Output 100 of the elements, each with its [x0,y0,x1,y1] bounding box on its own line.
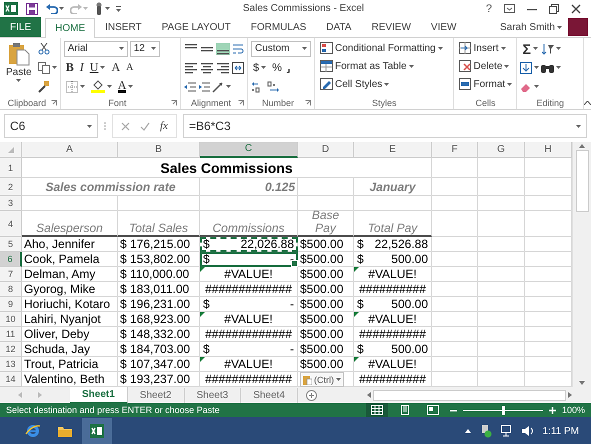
row-header[interactable]: 9 [0,297,22,312]
column-header[interactable]: D [298,142,354,158]
add-sheet-icon[interactable] [306,390,317,400]
underline-button[interactable]: U [88,60,108,76]
ribbon-tab[interactable]: PAGE LAYOUT [152,17,241,37]
check-icon[interactable] [140,122,150,130]
autosum-button[interactable]: Σ [520,40,540,56]
ribbon-tab[interactable]: VIEW [420,17,466,37]
column-header[interactable]: A [22,142,118,158]
paintbrush-icon[interactable] [38,80,50,92]
font-size-dropdown[interactable]: 12 [130,40,160,56]
number-format-dropdown[interactable]: Custom [251,40,312,56]
ribbon-tab[interactable]: DATA [316,17,362,37]
row-header[interactable]: 13 [0,357,22,372]
styles-button[interactable]: Conditional Formatting [318,40,445,56]
customize-icon[interactable] [116,6,121,12]
formula-field[interactable]: =B6*C3 [182,114,587,138]
dialog-launcher-icon[interactable] [238,100,244,106]
row-header[interactable]: 11 [0,327,22,342]
increase-font-size-button[interactable]: A [109,60,122,76]
fill-down-icon[interactable] [520,62,532,74]
undo-icon[interactable] [46,3,58,14]
row-header[interactable]: 12 [0,342,22,357]
zoom-in-icon[interactable] [548,406,556,414]
row-header[interactable]: 6 [0,252,22,267]
column-header[interactable]: E [354,142,432,158]
paste-options-button[interactable]: (Ctrl) [300,372,344,387]
clock[interactable]: 1:11 PM [542,426,579,436]
ribbon-display-icon[interactable] [504,4,515,13]
insert-function-button[interactable]: fx [160,120,168,132]
wrap-text-icon[interactable] [232,42,244,54]
taskbar-button[interactable] [82,418,112,444]
column-header[interactable]: C [200,142,298,158]
row-header[interactable]: 5 [0,237,22,252]
dialog-launcher-icon[interactable] [50,100,57,106]
copy-icon[interactable] [38,62,50,74]
row-header[interactable]: 14 [0,372,22,387]
row-header[interactable]: 4 [0,211,22,237]
bold-button[interactable]: B [64,60,76,76]
empty-cell [478,327,525,342]
name-box[interactable]: C6 [4,114,98,138]
merge-cells-icon[interactable] [232,62,244,74]
column-header[interactable]: B [118,142,200,158]
decrease-decimal-icon[interactable] [267,80,282,92]
network-icon[interactable] [500,425,512,437]
fill-handle[interactable] [291,260,298,267]
table-cell: ########## [354,282,432,297]
increase-indent-icon[interactable] [198,80,210,92]
borders-icon[interactable] [66,80,78,92]
currency-button[interactable]: $ [251,60,268,76]
zoom-level[interactable]: 100% [562,405,591,415]
row-header[interactable]: 7 [0,267,22,282]
cells-button[interactable]: Delete [457,58,514,74]
row-header[interactable]: 10 [0,312,22,327]
save-icon[interactable] [26,2,38,14]
font-color-button[interactable]: A [116,78,136,94]
row-header[interactable]: 8 [0,282,22,297]
italic-button[interactable]: I [78,60,86,76]
paste-button[interactable]: Paste [3,40,35,96]
ribbon-tab[interactable]: REVIEW [361,17,421,37]
restore-icon[interactable] [549,4,559,14]
vertical-scrollbar[interactable] [572,142,591,387]
ribbon-tab[interactable]: FILE [0,17,42,37]
help-button[interactable]: ? [486,2,492,14]
row-header[interactable]: 3 [0,196,22,211]
column-header[interactable]: F [432,142,478,158]
volume-icon[interactable] [522,426,534,436]
dialog-launcher-icon[interactable] [171,100,178,106]
column-header[interactable]: G [478,142,525,158]
font-name-dropdown[interactable]: Arial [64,40,128,56]
zoom-slider[interactable] [462,406,543,414]
scissors-icon[interactable] [38,42,50,54]
slider-thumb[interactable] [502,406,505,414]
ribbon-tab[interactable]: HOME [45,18,96,38]
angled-text-icon[interactable] [212,80,224,92]
styles-button[interactable]: Cell Styles [318,76,445,92]
sheet-tab[interactable]: Sheet1 [70,386,128,404]
row-header[interactable]: 2 [0,178,22,196]
caret-up-icon[interactable] [464,429,470,433]
dialog-launcher-icon[interactable] [305,100,312,106]
view-button[interactable] [366,403,388,417]
ribbon-tab[interactable]: INSERT [95,17,152,37]
percent-button[interactable]: % [270,60,284,76]
cells-button[interactable]: Format [457,76,514,92]
collapse-ribbon-icon[interactable] [584,101,591,105]
account-button[interactable]: Sarah Smith [498,19,564,35]
decrease-font-size-button[interactable]: A [124,60,136,76]
scroll-thumb[interactable] [576,150,588,212]
hand-icon[interactable] [94,2,104,15]
ribbon-tab[interactable]: FORMULAS [240,17,316,37]
column-header[interactable]: H [525,142,572,158]
decrease-indent-icon[interactable] [184,80,196,92]
fill-color-icon[interactable] [90,80,105,93]
eraser-icon[interactable] [520,82,532,92]
row-header[interactable]: 1 [0,158,22,178]
sort-filter-icon[interactable] [542,42,554,54]
styles-button[interactable]: Format as Table [318,58,445,74]
close-icon[interactable] [571,4,581,14]
cells-button[interactable]: Insert [457,40,514,56]
binoculars-icon[interactable] [541,62,554,73]
